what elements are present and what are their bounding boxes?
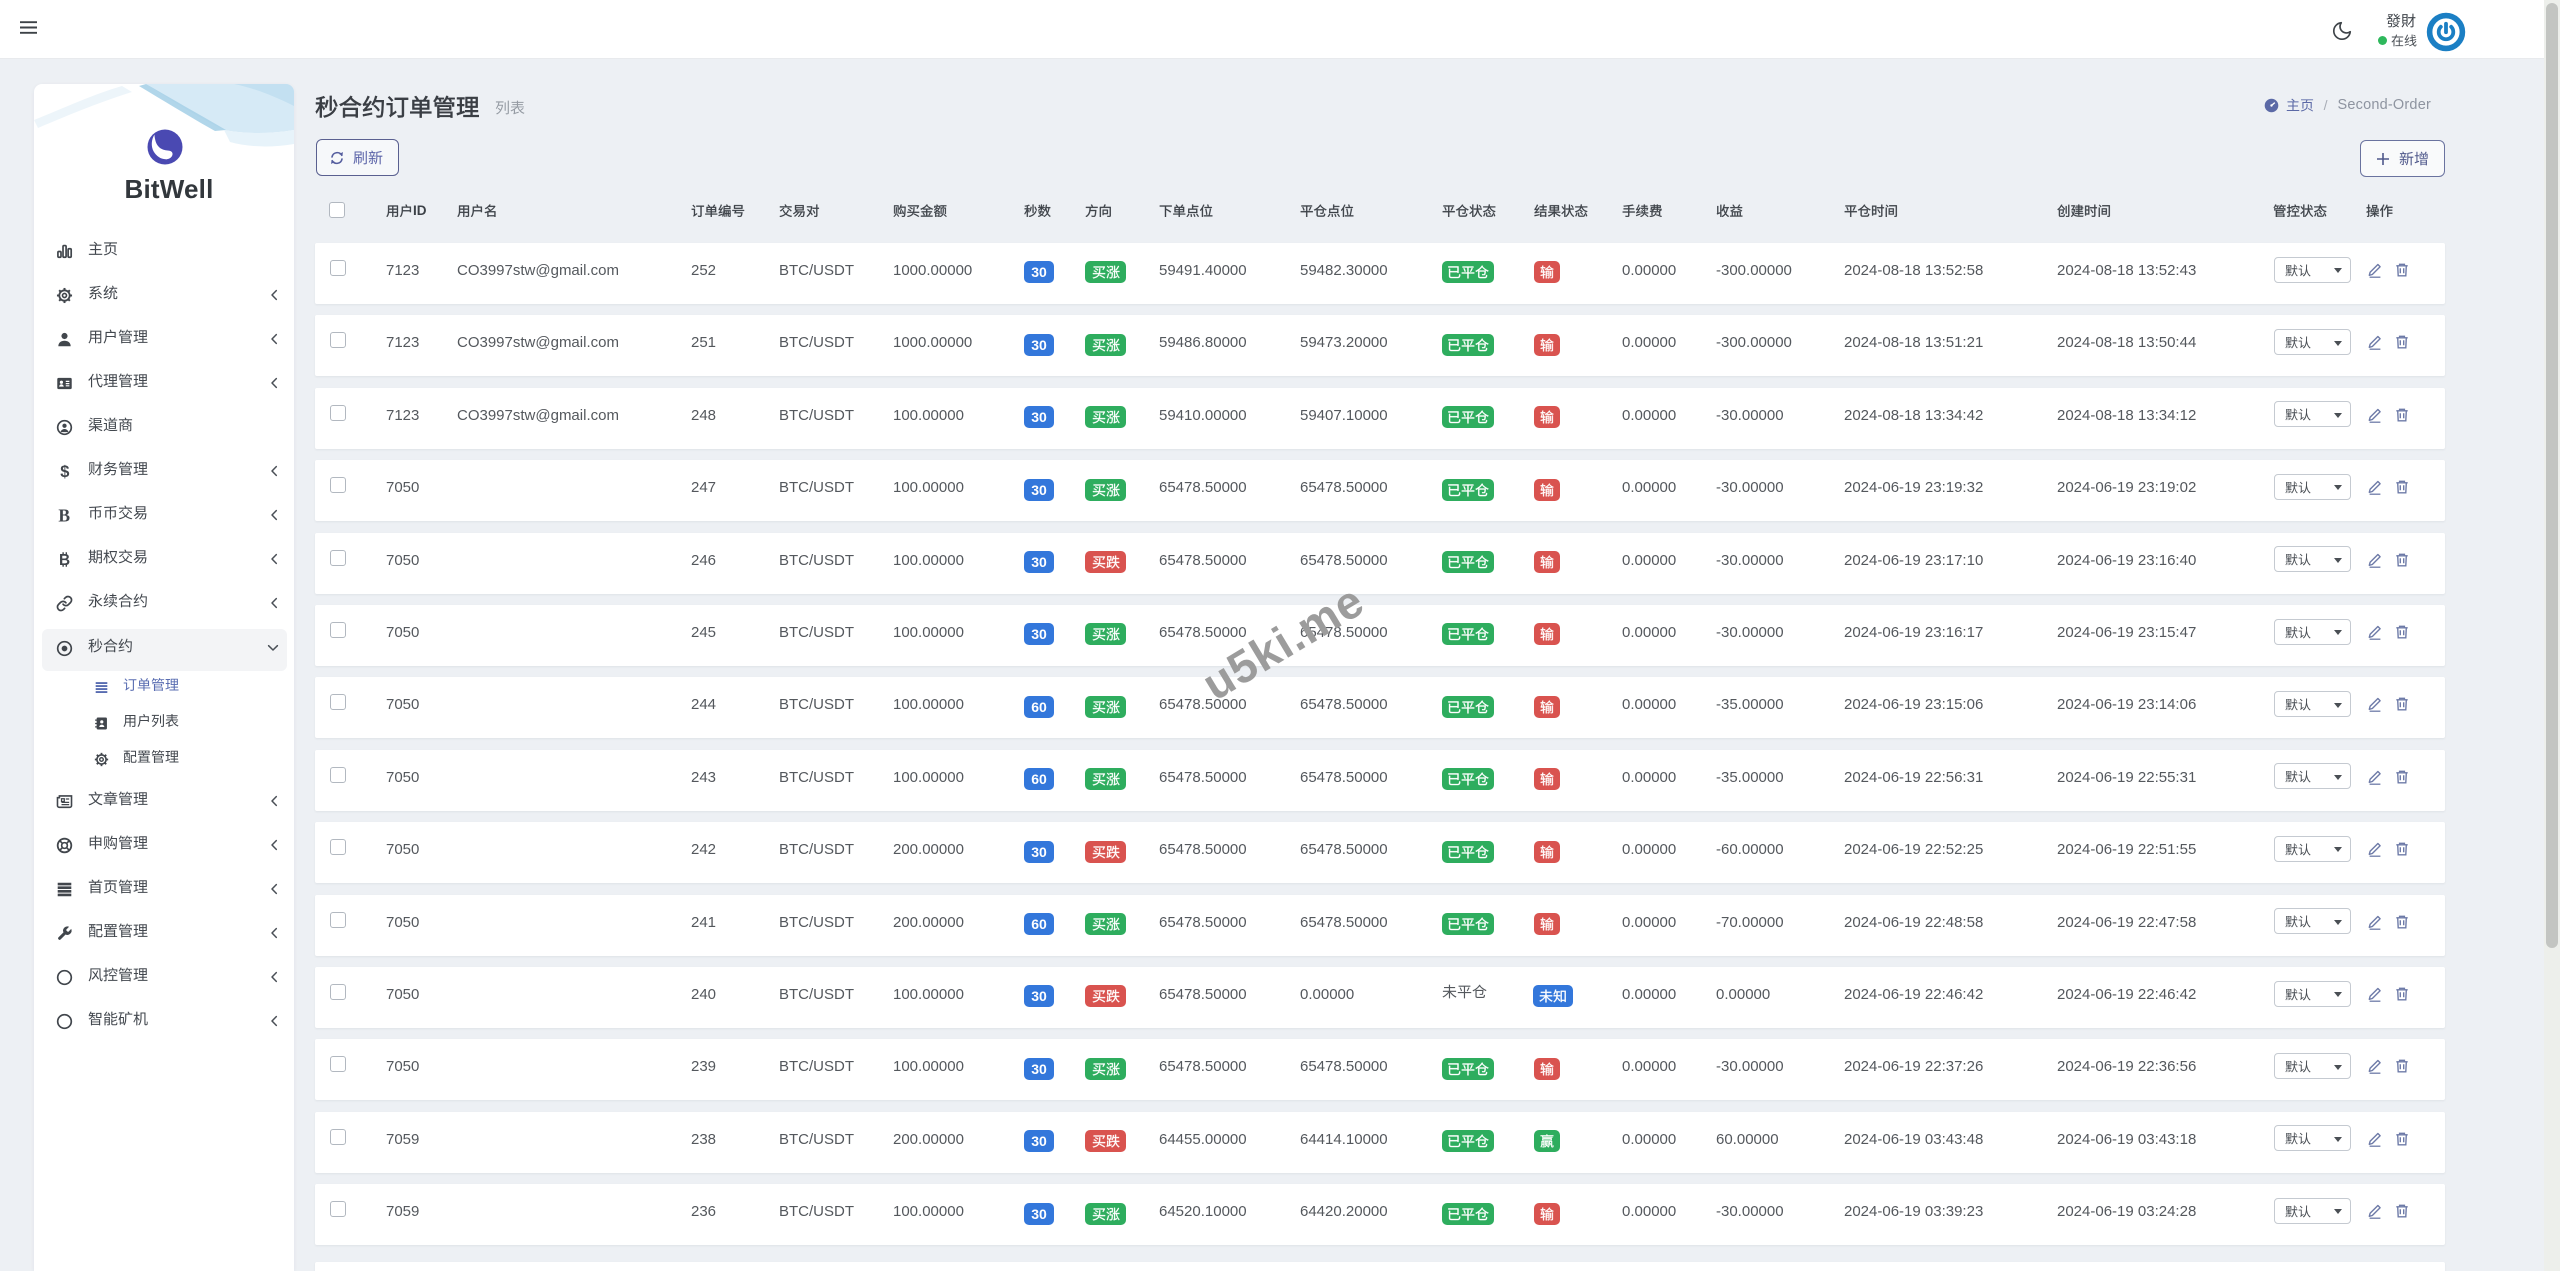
svg-text:B: B	[58, 507, 70, 524]
svg-text:$: $	[60, 463, 69, 480]
svg-text:B: B	[59, 551, 70, 567]
